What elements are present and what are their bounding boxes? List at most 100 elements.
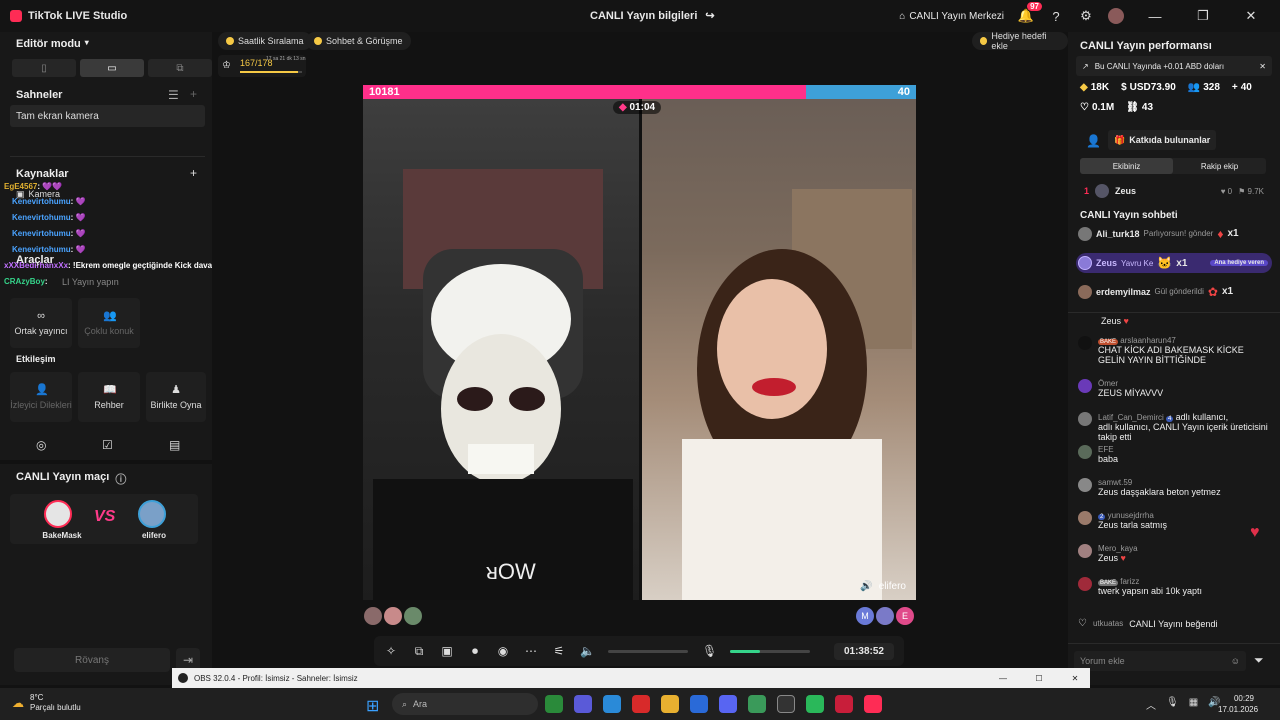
multi-guest-label: Çoklu konuk <box>84 326 134 336</box>
volume-slider[interactable] <box>608 649 688 653</box>
mic-slider[interactable] <box>730 649 810 653</box>
play-together-button[interactable]: ♟ Birlikte Oyna <box>146 372 206 422</box>
hourly-ranking-pill[interactable]: Saatlik Sıralama <box>218 32 312 50</box>
supporter-avatar[interactable] <box>876 607 894 625</box>
help-icon[interactable]: ? <box>1048 8 1064 24</box>
add-source-icon[interactable]: + <box>190 166 197 180</box>
taskbar-search[interactable]: ⌕ Ara <box>392 693 538 715</box>
mail-icon[interactable] <box>690 695 708 713</box>
network-icon[interactable]: ▦ <box>1189 697 1198 712</box>
link-icon: ∞ <box>37 310 45 322</box>
portrait-mode-button[interactable]: ▯ <box>12 59 76 77</box>
player-2-avatar <box>138 500 166 528</box>
obs-close-button[interactable]: ✕ <box>1060 674 1090 683</box>
obs-minimize-button[interactable]: — <box>988 674 1018 683</box>
teams-icon[interactable] <box>574 695 592 713</box>
media-player-icon[interactable] <box>835 695 853 713</box>
floating-heart-icon: ♥ <box>1250 524 1260 541</box>
opera-icon[interactable] <box>632 695 650 713</box>
close-button[interactable]: ✕ <box>1234 8 1268 24</box>
supporter-avatar[interactable]: M <box>856 607 874 625</box>
dual-mode-button[interactable]: ⧉ <box>148 59 212 77</box>
windows-start-icon[interactable]: ⊞ <box>366 696 379 716</box>
scene-item[interactable]: Tam ekran kamera <box>10 105 205 127</box>
gift-goal-button[interactable]: Hediye hedefi ekle <box>972 31 1068 51</box>
viewer-requests-button[interactable]: 👤 İzleyici Dilekleri <box>10 372 72 422</box>
obs-window-bar[interactable]: OBS 32.0.4 - Profil: İsimsiz - Sahneler:… <box>172 668 1090 688</box>
contributors-button[interactable]: 🎁 Katkıda bulunanlar <box>1108 130 1217 150</box>
emoji-icon[interactable]: ☺ <box>1231 656 1240 666</box>
ranking-row: 1 Zeus ♥ 0 ⚑ 9.7K <box>1084 184 1264 198</box>
file-explorer-icon[interactable] <box>661 695 679 713</box>
supporter-avatar[interactable] <box>364 607 382 625</box>
maximize-button[interactable]: ❐ <box>1186 8 1220 24</box>
clock[interactable]: 00:29 17.01.2026 <box>1218 693 1258 715</box>
obs-maximize-button[interactable]: ☐ <box>1024 674 1054 683</box>
co-host-button[interactable]: ∞ Ortak yayıncı <box>10 298 72 348</box>
live-info-button[interactable]: CANLI Yayın bilgileri ↪ <box>590 9 715 23</box>
guide-button[interactable]: 📖 Rehber <box>78 372 140 422</box>
supporter-avatar[interactable]: E <box>896 607 914 625</box>
chevron-up-icon[interactable]: ︿ <box>1146 697 1156 712</box>
multi-guest-button[interactable]: 👥 Çoklu konuk <box>78 298 140 348</box>
tab-rival-team[interactable]: Rakip ekip <box>1173 158 1266 174</box>
magic-wand-icon[interactable]: ✧ <box>384 644 398 658</box>
minimize-button[interactable]: — <box>1138 9 1172 24</box>
opponent-supporters: M E <box>856 607 914 625</box>
supporter-avatar[interactable] <box>404 607 422 625</box>
chat-avatar <box>1078 511 1092 525</box>
landscape-mode-button[interactable]: ▭ <box>80 59 144 77</box>
camera-settings-icon[interactable]: ◉ <box>496 644 510 658</box>
weather-widget[interactable]: ☁ 8°C Parçalı bulutlu <box>12 693 81 713</box>
close-icon[interactable]: ✕ <box>1259 62 1266 71</box>
obs-title: OBS 32.0.4 - Profil: İsimsiz - Sahneler:… <box>194 673 358 683</box>
weather-icon: ☁ <box>12 696 24 710</box>
viewers-stat: 👥 328 <box>1187 82 1220 93</box>
editor-mode-dropdown[interactable]: Editör modu ▾ <box>16 38 89 50</box>
gear-icon[interactable]: ⚙ <box>1078 8 1094 24</box>
comment-input[interactable]: Yorum ekle ☺ <box>1074 651 1246 671</box>
host-video-image: ᴚOW <box>373 169 633 600</box>
bell-icon[interactable]: 🔔 97 <box>1018 2 1042 24</box>
record-icon[interactable]: ⏺ <box>468 644 482 658</box>
inbox-icon[interactable]: ▤ <box>169 438 180 452</box>
edge-icon[interactable] <box>603 695 621 713</box>
chrome-profile-icon[interactable] <box>748 695 766 713</box>
layout-icon[interactable]: ▣ <box>440 644 454 658</box>
share-icon: ⛓ <box>1126 102 1139 113</box>
obs-taskbar-icon[interactable] <box>777 695 795 713</box>
help-icon[interactable]: ⓘ <box>115 471 126 487</box>
tab-your-team[interactable]: Ekibiniz <box>1080 158 1173 174</box>
chat-message: CHAT KİCK ADI BAKEMASK KİCKE GELİN YAYIN… <box>1098 345 1244 365</box>
live-center-button[interactable]: ⌂ CANLI Yayın Merkezi <box>899 11 1004 22</box>
heart-icon: ♡ <box>1080 102 1089 113</box>
tiktok-studio-taskbar-icon[interactable] <box>864 695 882 713</box>
chat-message: twerk yapsın abi 10k yaptı <box>1098 586 1203 596</box>
discord-icon[interactable] <box>719 695 737 713</box>
chat-meeting-pill[interactable]: Sohbet & Görüşme <box>306 32 411 50</box>
battle-icon: ◆ <box>619 102 627 113</box>
more-icon[interactable]: ⋯ <box>524 644 538 658</box>
chat-icon <box>314 37 322 45</box>
volume-icon[interactable]: 🔈 <box>580 644 595 658</box>
filter-icon[interactable]: ⏷ <box>1254 653 1264 668</box>
rank-hearts: ♥ 0 <box>1220 186 1233 196</box>
list-icon[interactable]: ☰ <box>168 88 179 102</box>
live-match-title: CANLI Yayın maçı ⓘ <box>16 471 126 487</box>
microphone-tray-icon[interactable]: 🎙 <box>1166 697 1179 712</box>
title-bar: TikTok LIVE Studio CANLI Yayın bilgileri… <box>0 0 1280 32</box>
supporter-avatar[interactable] <box>384 607 402 625</box>
chrome-icon[interactable] <box>545 695 563 713</box>
add-scene-icon[interactable]: + <box>190 87 197 101</box>
rematch-button[interactable]: Rövanş <box>14 648 170 672</box>
checklist-icon[interactable]: ☑ <box>102 438 113 452</box>
microphone-icon[interactable]: 🎙 <box>702 644 717 658</box>
sliders-icon[interactable]: ⚟ <box>552 644 566 658</box>
effects-icon[interactable]: ⧉ <box>412 644 426 658</box>
target-icon[interactable]: ◎ <box>36 438 46 452</box>
profile-avatar[interactable] <box>1108 8 1124 24</box>
share-icon: ↪ <box>705 10 715 22</box>
app-icon[interactable] <box>806 695 824 713</box>
overlay-line: Kenevirtohumu: 💜 <box>12 213 86 222</box>
overlay-line: EgE4567: 💜💜 <box>4 182 63 191</box>
